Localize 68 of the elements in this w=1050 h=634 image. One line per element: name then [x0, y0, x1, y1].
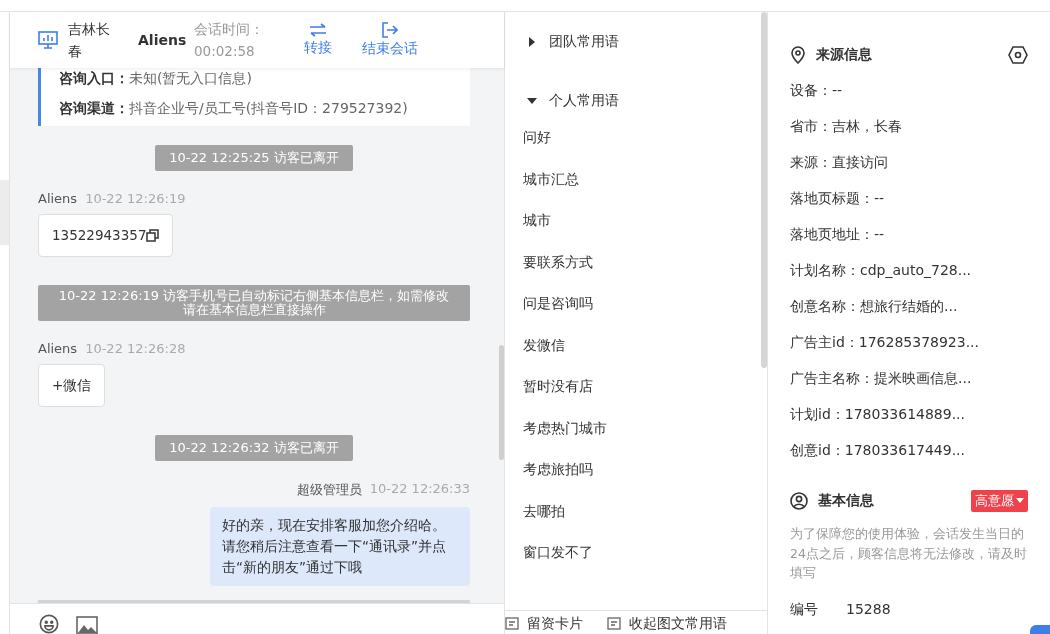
info-field: 计划名称：cdp_auto_728... — [790, 258, 1028, 294]
image-icon[interactable] — [76, 616, 98, 634]
info-field: 计划id：178033614889... — [790, 402, 1028, 438]
footer-link[interactable]: 留资卡片 — [505, 611, 583, 631]
message-time: 10-22 12:26:33 — [369, 481, 470, 498]
system-notice: 10-22 12:26:19 访客手机号已自动标记右侧基本信息栏，如需修改请在基本信息栏直接操作 — [38, 285, 470, 321]
system-notice: 10-22 12:25:25 访客已离开 — [155, 145, 353, 171]
swap-arrows-icon — [309, 23, 327, 37]
copy-icon[interactable] — [146, 229, 160, 242]
phrase-item[interactable]: 暂时没有店 — [523, 366, 753, 408]
info-field: 广告主id：176285378923... — [790, 330, 1028, 366]
sender-name: Aliens — [38, 341, 78, 356]
info-line: 咨询渠道：抖音企业号/员工号(抖音号ID：279527392) — [59, 100, 409, 118]
location-pin-icon — [790, 46, 806, 64]
document-icon — [505, 616, 519, 630]
scrollbar-thumb[interactable] — [499, 345, 504, 460]
info-field: 落地页标题：-- — [790, 186, 1028, 222]
section-title: 基本信息 — [818, 492, 875, 510]
phrase-item[interactable]: 去哪拍 — [523, 490, 753, 532]
exit-icon — [382, 22, 398, 38]
message-time: 10-22 12:26:19 — [85, 191, 186, 206]
header-action-button[interactable]: 结束会话 — [362, 22, 418, 58]
field-value: 15288 — [846, 600, 891, 619]
phrase-item[interactable]: 问是咨询吗 — [523, 283, 753, 325]
phrase-group-header[interactable]: 个人常用语 — [527, 89, 753, 113]
user-circle-icon — [790, 492, 808, 510]
phrase-item[interactable]: 城市 — [523, 200, 753, 242]
message-text: 13522943357 — [52, 226, 147, 245]
phrase-group-header[interactable]: 团队常用语 — [527, 30, 753, 54]
header-action-button[interactable]: 转接 — [304, 23, 332, 57]
caret-down-icon — [527, 96, 537, 106]
phrase-item[interactable]: 发微信 — [523, 324, 753, 366]
notice-text: 为了保障您的使用体验，会话发生当日的24点之后，顾客信息将无法修改，请及时填写 — [790, 525, 1028, 582]
info-field: 设备：-- — [790, 78, 1028, 114]
floating-button[interactable] — [1030, 625, 1050, 634]
settings-icon[interactable] — [1008, 46, 1028, 64]
info-line: 咨询入口：未知(暂无入口信息) — [59, 70, 253, 88]
phrase-item[interactable]: 要联系方式 — [523, 241, 753, 283]
emoji-icon[interactable] — [38, 614, 60, 634]
phrase-item[interactable]: 考虑旅拍吗 — [523, 449, 753, 491]
sender-name: Aliens — [38, 191, 78, 206]
message-text: +微信 — [52, 376, 92, 395]
info-field: 落地页地址：-- — [790, 222, 1028, 258]
phrase-item[interactable]: 考虑热门城市 — [523, 407, 753, 449]
system-notice: 10-22 12:26:32 访客已离开 — [155, 435, 353, 461]
message-time: 10-22 12:26:28 — [85, 341, 186, 356]
section-title: 来源信息 — [816, 46, 873, 64]
document-icon — [607, 616, 621, 630]
footer-link[interactable]: 收起图文常用语 — [607, 611, 727, 631]
phrase-item[interactable]: 城市汇总 — [523, 158, 753, 200]
phrase-item[interactable]: 问好 — [523, 117, 753, 159]
phrase-item[interactable]: 窗口发不了 — [523, 532, 753, 574]
visitor-location: 吉林长春 — [68, 20, 111, 61]
info-field: 广告主名称：提米映画信息... — [790, 366, 1028, 402]
info-field: 省市：吉林，长春 — [790, 114, 1028, 150]
message-text: 好的亲，现在安排客服加您介绍哈。请您稍后注意查看一下“通讯录”并点击“新的朋友”通过下哦 — [222, 516, 447, 577]
info-field: 创意名称：想旅行结婚的... — [790, 294, 1028, 330]
caret-right-icon — [527, 37, 537, 47]
session-timer: 会话时间： 00:02:58 — [194, 20, 265, 61]
scrollbar-thumb[interactable] — [761, 12, 767, 368]
info-field: 创意id：178033617449... — [790, 438, 1028, 474]
caret-down-icon — [1016, 498, 1024, 504]
intent-tag-dropdown[interactable]: 高意愿 — [971, 490, 1028, 512]
field-label: 编号 — [790, 600, 818, 619]
monitor-chart-icon — [38, 31, 58, 49]
info-field: 来源：直接访问 — [790, 150, 1028, 186]
visitor-name: Aliens — [138, 32, 188, 48]
sender-name: 超级管理员 — [296, 481, 362, 499]
